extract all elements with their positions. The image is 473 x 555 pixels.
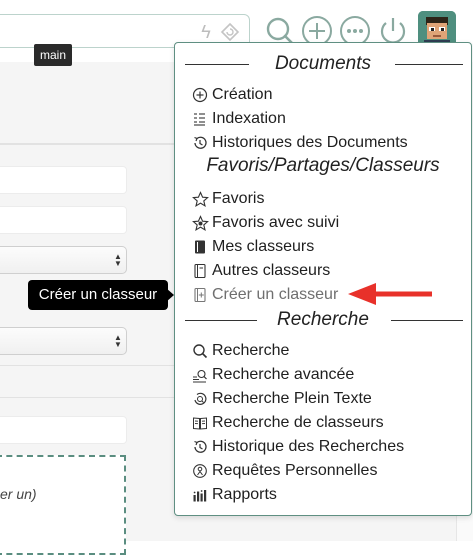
form-input[interactable] [0, 206, 127, 234]
personal-query-icon [191, 462, 209, 480]
advanced-search-icon [191, 366, 209, 384]
section-title-favoris: Favoris/Partages/Classeurs [175, 155, 471, 177]
form-select[interactable]: ▲▼ [0, 246, 127, 274]
search-icon [191, 342, 209, 360]
menu-item-favoris-suivi[interactable]: Favoris avec suivi [191, 212, 339, 234]
menu-item-label: Favoris avec suivi [212, 214, 339, 232]
menu-item-creation[interactable]: Création [191, 84, 272, 106]
form-input[interactable] [0, 416, 127, 444]
menu-item-label: Favoris [212, 190, 264, 208]
menu-item-label: Autres classeurs [212, 262, 330, 280]
menu-item-requetes-personnelles[interactable]: Requêtes Personnelles [191, 460, 377, 482]
binder-icon [191, 238, 209, 256]
menu-item-mes-classeurs[interactable]: Mes classeurs [191, 236, 314, 258]
tooltip-pointer [166, 288, 174, 302]
bar-chart-icon [191, 486, 209, 504]
dropdown-menu: Documents Création Indexation Historique… [174, 42, 472, 516]
book-search-icon [191, 414, 209, 432]
annotation-arrow-icon [346, 282, 434, 306]
menu-item-label: Recherche Plein Texte [212, 390, 372, 408]
menu-item-recherche-plein-texte[interactable]: Recherche Plein Texte [191, 388, 372, 410]
menu-item-label: Rapports [212, 486, 277, 504]
menu-item-autres-classeurs[interactable]: Autres classeurs [191, 260, 330, 282]
star-follow-icon [191, 214, 209, 232]
history-icon [191, 134, 209, 152]
menu-item-favoris[interactable]: Favoris [191, 188, 264, 210]
menu-item-label: Mes classeurs [212, 238, 314, 256]
menu-item-label: Requêtes Personnelles [212, 462, 377, 480]
form-select[interactable]: ▲▼ [0, 327, 127, 355]
select-arrows-icon: ▲▼ [114, 334, 122, 348]
drop-zone-text: er un) [0, 486, 37, 502]
bolt-icon[interactable]: ϟ [198, 20, 214, 44]
full-text-search-icon [191, 390, 209, 408]
form-input[interactable] [0, 166, 127, 194]
menu-item-label: Recherche [212, 342, 289, 360]
binder-outline-icon [191, 262, 209, 280]
menu-item-creer-classeur[interactable]: Créer un classeur [191, 284, 338, 306]
menu-item-label: Historique des Recherches [212, 438, 404, 456]
index-list-icon [191, 110, 209, 128]
new-binder-icon [191, 286, 209, 304]
menu-item-recherche-avancee[interactable]: Recherche avancée [191, 364, 354, 386]
history-icon [191, 438, 209, 456]
menu-item-recherche-classeurs[interactable]: Recherche de classeurs [191, 412, 384, 434]
section-title-documents: Documents [175, 51, 471, 77]
menu-item-label: Recherche de classeurs [212, 414, 384, 432]
menu-item-label: Recherche avancée [212, 366, 354, 384]
menu-item-label: Création [212, 86, 272, 104]
select-arrows-icon: ▲▼ [114, 253, 122, 267]
menu-item-historiques-documents[interactable]: Historiques des Documents [191, 132, 408, 154]
menu-item-rapports[interactable]: Rapports [191, 484, 277, 506]
menu-item-label: Créer un classeur [212, 286, 338, 304]
menu-item-historique-recherches[interactable]: Historique des Recherches [191, 436, 404, 458]
plus-circle-icon [191, 86, 209, 104]
menu-item-label: Historiques des Documents [212, 134, 408, 152]
drop-zone[interactable] [0, 455, 126, 555]
menu-item-recherche[interactable]: Recherche [191, 340, 289, 362]
main-tooltip: main [34, 44, 72, 66]
star-icon [191, 190, 209, 208]
section-title-recherche: Recherche [175, 307, 471, 333]
menu-item-label: Indexation [212, 110, 286, 128]
create-classeur-tooltip: Créer un classeur [28, 280, 168, 310]
menu-item-indexation[interactable]: Indexation [191, 108, 286, 130]
refresh-icon[interactable] [219, 21, 241, 43]
